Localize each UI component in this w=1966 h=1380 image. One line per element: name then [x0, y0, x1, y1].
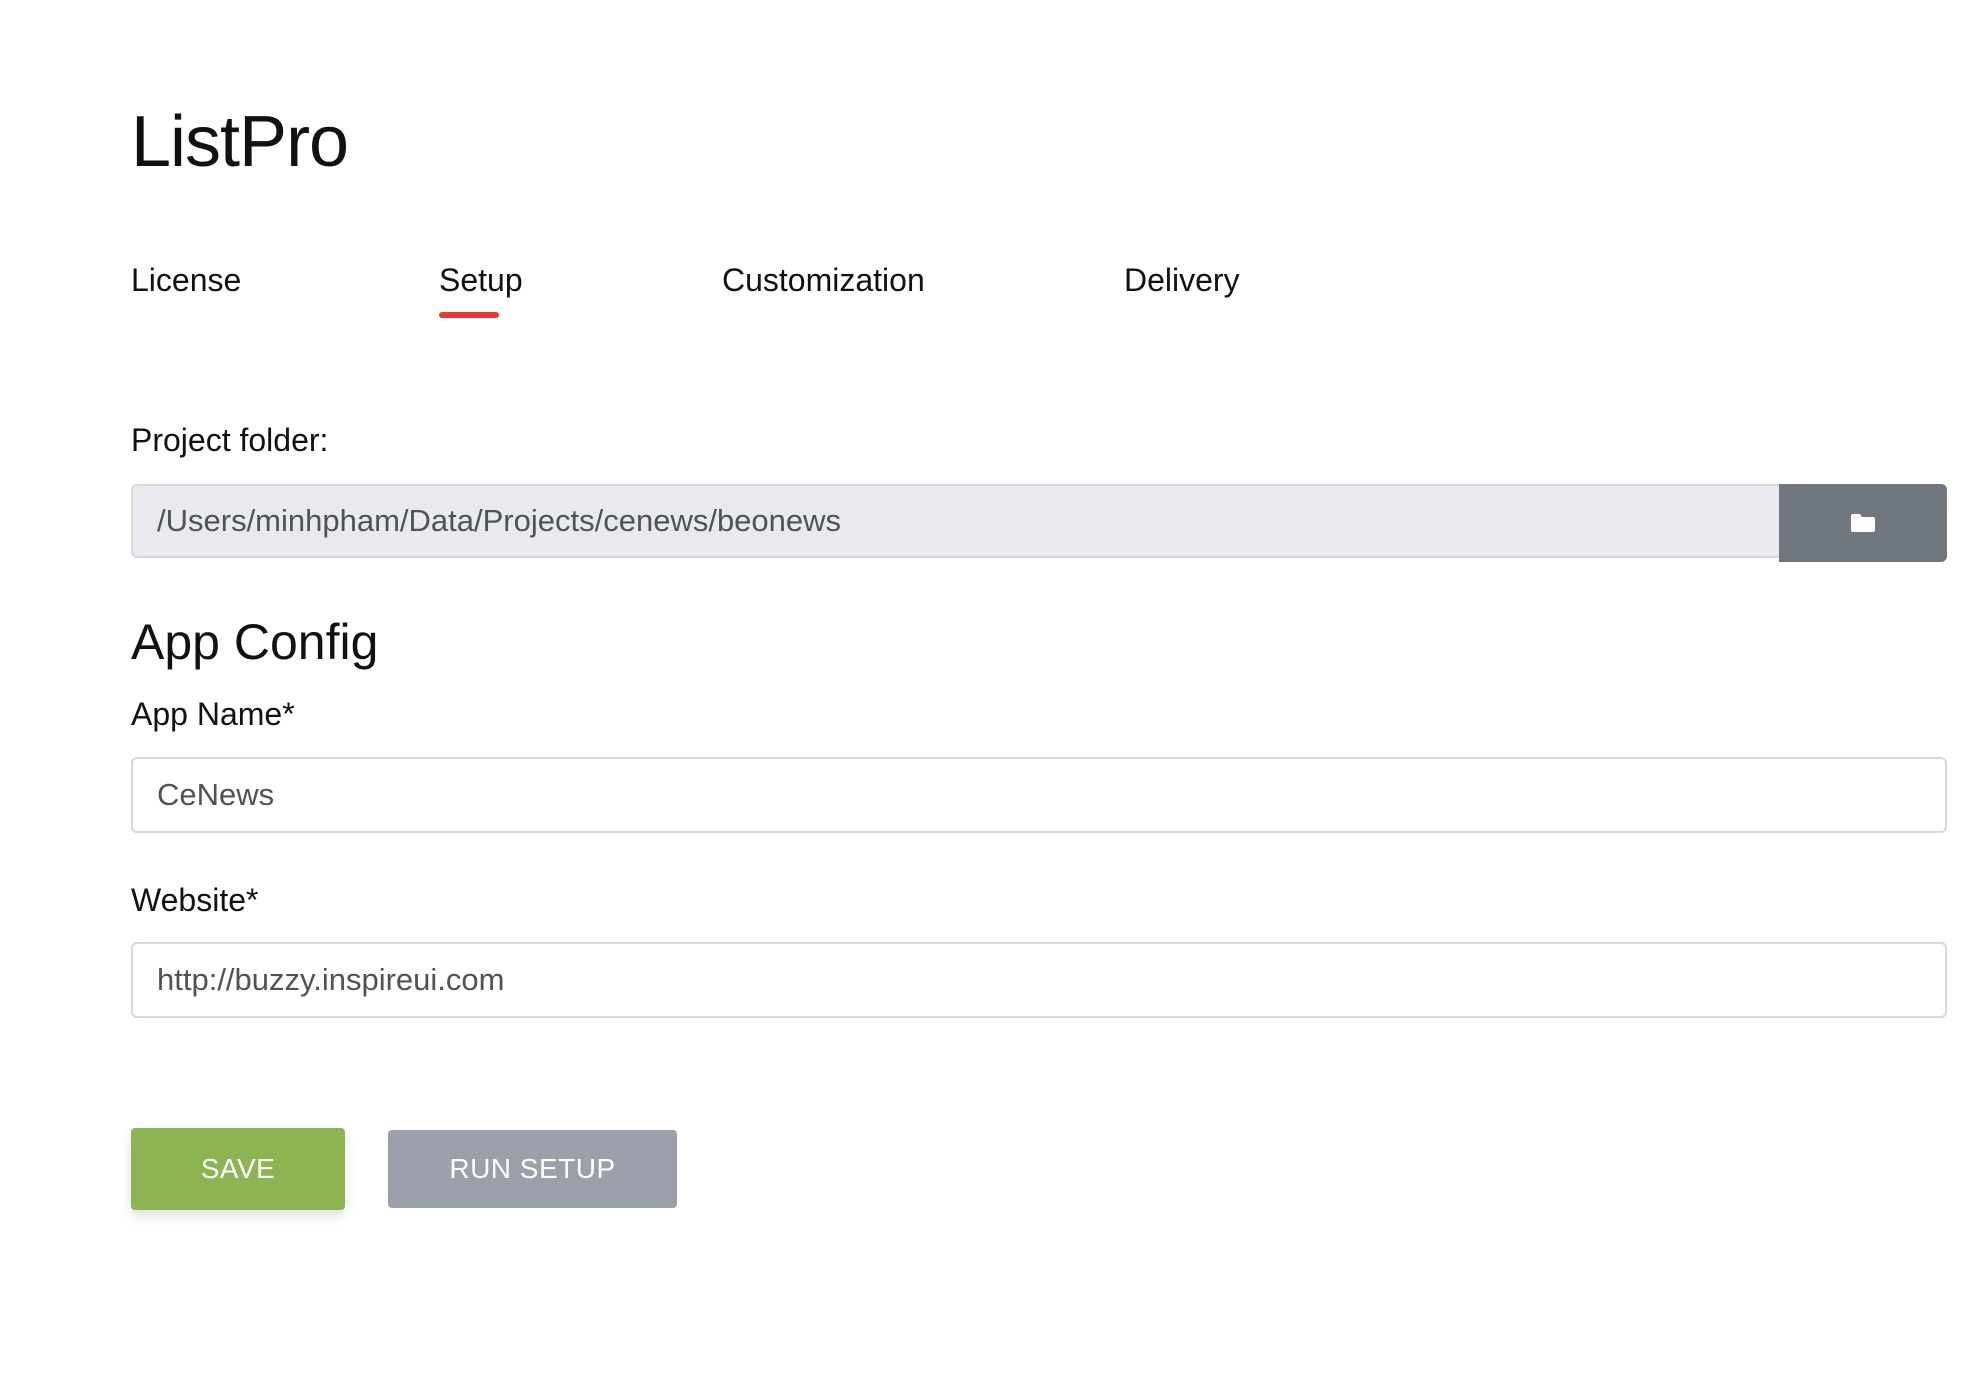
- tab-delivery-label: Delivery: [1124, 262, 1240, 298]
- tab-bar: License Setup Customization Delivery: [131, 258, 1531, 322]
- run-setup-button[interactable]: RUN SETUP: [388, 1130, 677, 1208]
- tab-delivery[interactable]: Delivery: [1124, 258, 1240, 302]
- website-input[interactable]: [131, 942, 1947, 1018]
- app-title: ListPro: [131, 102, 349, 182]
- app-name-label: App Name*: [131, 696, 295, 732]
- tab-setup-label: Setup: [439, 262, 523, 298]
- tab-setup[interactable]: Setup: [439, 258, 523, 318]
- tab-license-label: License: [131, 262, 242, 298]
- website-label: Website*: [131, 882, 259, 918]
- tab-customization-label: Customization: [722, 262, 925, 298]
- folder-icon: [1851, 514, 1875, 532]
- project-folder-label: Project folder:: [131, 422, 329, 458]
- app-config-title: App Config: [131, 614, 379, 670]
- app-name-input[interactable]: [131, 757, 1947, 833]
- browse-folder-button[interactable]: [1779, 484, 1947, 562]
- project-folder-input[interactable]: [131, 484, 1779, 558]
- tab-customization[interactable]: Customization: [722, 258, 925, 302]
- tab-license[interactable]: License: [131, 258, 241, 302]
- save-button[interactable]: SAVE: [131, 1128, 345, 1210]
- project-folder-group: [131, 484, 1947, 562]
- active-tab-indicator: [439, 312, 499, 318]
